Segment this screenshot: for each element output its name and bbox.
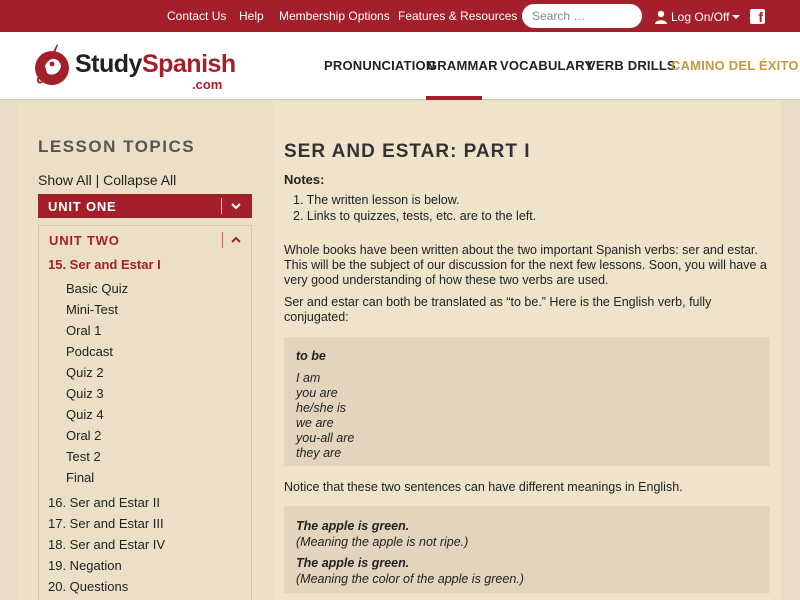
conjugation-heading: to be — [296, 349, 326, 363]
lesson-link-16[interactable]: 16. Ser and Estar II — [48, 495, 160, 510]
collapse-all-link[interactable]: Collapse All — [103, 172, 176, 188]
nav-pronunciation[interactable]: PRONUNCIATION — [324, 58, 435, 73]
sub-item-mini-test[interactable]: Mini-Test — [66, 302, 118, 317]
note-text: Links to quizzes, tests, etc. are to the… — [306, 209, 537, 223]
page-title: SER AND ESTAR: PART I — [284, 141, 531, 162]
translation-paragraph: Ser and estar can both be translated as … — [284, 295, 712, 324]
sub-item-quiz-2[interactable]: Quiz 2 — [66, 365, 104, 380]
conjugation-line: he/she is — [296, 401, 347, 415]
logo-study: Study — [75, 50, 142, 78]
sub-item-quiz-3[interactable]: Quiz 3 — [66, 386, 104, 401]
conjugation-line: you-all are — [296, 431, 355, 445]
contact-us-link[interactable]: Contact Us — [167, 9, 226, 23]
conjugation-line: I am — [296, 371, 321, 385]
search-input[interactable] — [522, 4, 642, 28]
login-label: Log On/Off — [671, 10, 730, 24]
lesson-link-20[interactable]: 20. Questions — [48, 579, 128, 594]
intro-paragraph: Whole books have been written about the … — [284, 243, 767, 287]
login-menu[interactable]: Log On/Off — [654, 8, 741, 26]
nav-camino-del-exito[interactable]: CAMINO DEL ÉXITO — [671, 58, 799, 73]
sub-item-oral-1[interactable]: Oral 1 — [66, 323, 101, 338]
example-meaning: (Meaning the apple is not ripe.) — [296, 535, 469, 549]
caret-down-icon — [732, 15, 741, 19]
sentences-paragraph: Notice that these two sentences can have… — [284, 480, 683, 494]
membership-options-link[interactable]: Membership Options — [279, 9, 390, 23]
features-resources-link[interactable]: Features & Resources — [398, 9, 517, 23]
chevron-down-icon[interactable] — [229, 199, 243, 213]
lesson-link-19[interactable]: 19. Negation — [48, 558, 122, 573]
note-text: The written lesson is below. — [306, 193, 460, 207]
logo-wordmark: StudySpanish — [75, 50, 236, 79]
conjugation-line: we are — [296, 416, 334, 430]
site-logo[interactable]: StudySpanish .com — [32, 40, 236, 92]
sub-item-test-2[interactable]: Test 2 — [66, 449, 101, 464]
note-item: 1. The written lesson is below. — [293, 193, 460, 207]
conjugation-line: you are — [296, 386, 338, 400]
example-sentence: The apple is green. — [296, 519, 410, 533]
conjugation-line: they are — [296, 446, 342, 460]
lesson-sidebar: LESSON TOPICS Show All | Collapse All UN… — [18, 101, 273, 600]
nav-grammar[interactable]: GRAMMAR — [427, 58, 498, 73]
chevron-up-icon[interactable] — [229, 233, 243, 247]
facebook-icon[interactable]: f — [750, 9, 765, 24]
example-meaning: (Meaning the color of the apple is green… — [296, 572, 524, 586]
top-utility-bar: Contact Us Help Membership Options Featu… — [0, 0, 800, 32]
nav-verb-drills[interactable]: VERB DRILLS — [587, 58, 676, 73]
unit-two-label[interactable]: UNIT TWO — [49, 233, 120, 248]
examples-box: The apple is green. (Meaning the apple i… — [284, 506, 770, 593]
unit-two-divider — [222, 232, 223, 248]
lesson-link-17[interactable]: 17. Ser and Estar III — [48, 516, 164, 531]
search-box — [522, 4, 642, 28]
show-collapse-controls: Show All | Collapse All — [38, 172, 176, 188]
lesson-link-18[interactable]: 18. Ser and Estar IV — [48, 537, 165, 552]
user-icon — [655, 10, 667, 24]
help-link[interactable]: Help — [239, 9, 264, 23]
lesson-content: SER AND ESTAR: PART I Notes: 1. The writ… — [273, 101, 782, 600]
current-lesson-link[interactable]: 15. Ser and Estar I — [48, 257, 161, 272]
unit-one-header[interactable]: UNIT ONE — [38, 194, 252, 218]
sub-item-oral-2[interactable]: Oral 2 — [66, 428, 101, 443]
unit-one-divider — [221, 198, 222, 214]
sub-item-basic-quiz[interactable]: Basic Quiz — [66, 281, 128, 296]
show-collapse-divider: | — [95, 172, 100, 188]
logo-dotcom: .com — [192, 77, 223, 92]
conjugation-box: to be I am you are he/she is we are you-… — [284, 337, 770, 466]
show-all-link[interactable]: Show All — [38, 172, 92, 188]
note-item: 2. Links to quizzes, tests, etc. are to … — [293, 209, 537, 223]
example-sentence: The apple is green. — [296, 556, 410, 570]
active-nav-indicator — [426, 96, 482, 100]
site-header: StudySpanish .com PRONUNCIATION GRAMMAR … — [0, 32, 800, 100]
sub-item-quiz-4[interactable]: Quiz 4 — [66, 407, 104, 422]
notes-label: Notes: — [284, 172, 325, 187]
unit-one-label: UNIT ONE — [48, 199, 117, 214]
sub-item-final[interactable]: Final — [66, 470, 94, 485]
nav-vocabulary[interactable]: VOCABULARY — [500, 58, 593, 73]
lesson-topics-heading: LESSON TOPICS — [38, 137, 196, 156]
logo-spanish: Spanish — [141, 50, 236, 78]
sub-item-podcast[interactable]: Podcast — [66, 344, 113, 359]
logo-mascot-icon — [35, 44, 69, 85]
